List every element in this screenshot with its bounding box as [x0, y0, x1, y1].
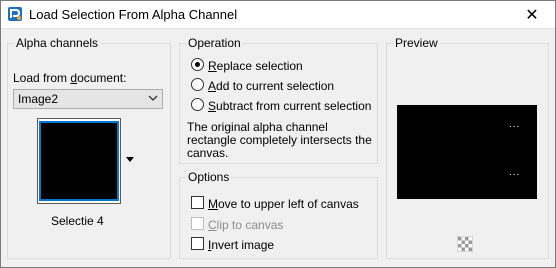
operation-label: Operation — [186, 36, 243, 50]
dialog-window: Load Selection From Alpha Channel ✕ Alph… — [0, 0, 556, 268]
options-label: Options — [186, 170, 232, 184]
channel-dropdown-button[interactable] — [124, 127, 136, 193]
channel-name: Selectie 4 — [51, 214, 104, 228]
preview-image: ... ... — [397, 105, 537, 199]
preview-dots-bottom: ... — [509, 167, 521, 178]
checkerboard-icon[interactable] — [457, 236, 473, 252]
chevron-down-icon — [148, 95, 158, 101]
move-to-upper-left-label[interactable]: Move to upper left of canvas — [208, 197, 359, 211]
preview-label: Preview — [393, 36, 440, 50]
document-select-value: Image2 — [18, 92, 59, 106]
alpha-channels-label: Alpha channels — [14, 36, 101, 50]
channel-thumbnail[interactable] — [39, 121, 119, 201]
preview-dots-top: ... — [509, 119, 521, 130]
add-to-selection-radio[interactable] — [191, 78, 204, 91]
replace-selection-radio[interactable] — [191, 58, 204, 71]
paint-shop-pro-icon — [8, 7, 22, 21]
add-to-selection-label[interactable]: Add to current selection — [208, 79, 334, 93]
close-button[interactable]: ✕ — [509, 1, 555, 28]
invert-image-label[interactable]: Invert image — [208, 238, 274, 252]
window-title: Load Selection From Alpha Channel — [29, 7, 238, 22]
subtract-from-selection-label[interactable]: Subtract from current selection — [208, 99, 371, 113]
document-select[interactable]: Image2 — [13, 89, 163, 109]
operation-info-text: The original alpha channel rectangle com… — [187, 120, 372, 160]
clip-to-canvas-label[interactable]: Clip to canvas — [208, 218, 283, 232]
title-bar: Load Selection From Alpha Channel ✕ — [1, 1, 555, 29]
triangle-down-icon — [126, 157, 134, 162]
subtract-from-selection-radio[interactable] — [191, 98, 204, 111]
invert-image-checkbox[interactable] — [191, 237, 204, 250]
load-from-document-label: Load from document: — [13, 71, 127, 85]
clip-to-canvas-checkbox[interactable] — [191, 217, 204, 230]
close-icon: ✕ — [525, 6, 539, 24]
move-to-upper-left-checkbox[interactable] — [191, 196, 204, 209]
replace-selection-label[interactable]: Replace selection — [208, 59, 303, 73]
